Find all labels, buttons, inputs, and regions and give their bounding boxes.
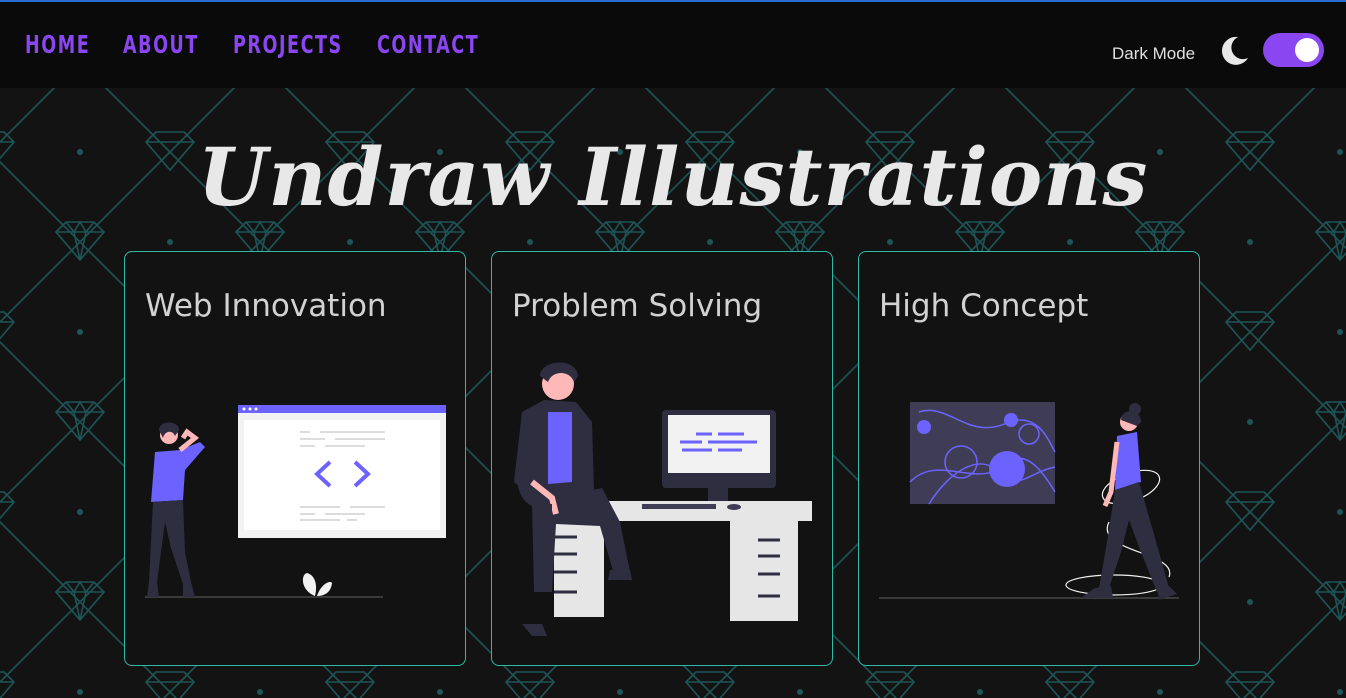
- nav-link-home[interactable]: HOME: [25, 30, 89, 59]
- web-innovation-illustration: [145, 405, 446, 598]
- high-concept-illustration: [879, 402, 1179, 600]
- card-high-concept: High Concept: [858, 251, 1200, 666]
- moon-icon: [1221, 36, 1248, 65]
- nav-links: HOME ABOUT PROJECTS CONTACT: [25, 30, 513, 59]
- top-accent-line: [0, 0, 1346, 2]
- dark-mode-toggle[interactable]: [1263, 33, 1324, 67]
- card-web-innovation: Web Innovation: [124, 251, 466, 666]
- nav-link-contact[interactable]: CONTACT: [377, 30, 478, 59]
- page-title: Undraw Illustrations: [197, 130, 1149, 224]
- navbar: HOME ABOUT PROJECTS CONTACT Dark Mode: [0, 2, 1346, 88]
- toggle-knob: [1295, 38, 1319, 62]
- card-problem-solving: Problem Solving: [491, 251, 833, 666]
- problem-solving-illustration: [514, 362, 812, 636]
- nav-link-projects[interactable]: PROJECTS: [233, 30, 341, 59]
- nav-link-about[interactable]: ABOUT: [123, 30, 197, 59]
- dark-mode-label: Dark Mode: [1112, 44, 1196, 63]
